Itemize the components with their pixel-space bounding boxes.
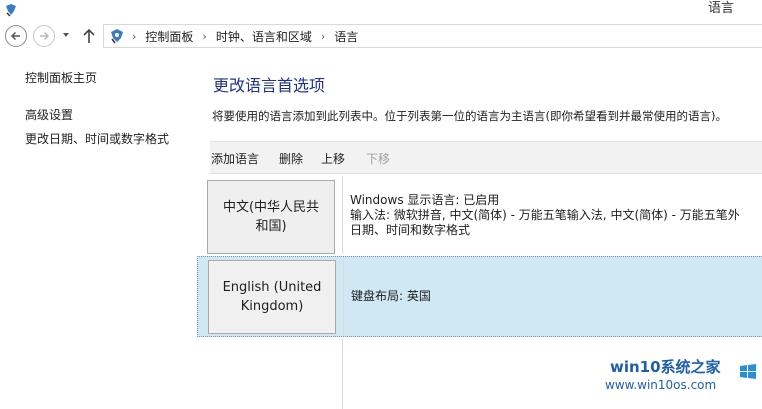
language-name-line1: 中文(中华人民共 <box>222 200 320 215</box>
forward-arrow-icon <box>40 31 50 41</box>
add-language-button[interactable]: 添加语言 <box>211 150 259 167</box>
divider <box>343 257 344 336</box>
move-up-button[interactable]: 上移 <box>321 150 345 167</box>
breadcrumb-control-panel[interactable]: 控制面板 <box>145 28 193 45</box>
language-name-line2: Kingdom) <box>240 299 304 314</box>
app-icon <box>6 4 16 17</box>
watermark-url: www.win10os.com <box>605 378 717 392</box>
date-time-number-format: 日期、时间和数字格式 <box>350 223 471 237</box>
sidebar-link-control-panel-home[interactable]: 控制面板主页 <box>25 70 97 86</box>
history-dropdown-icon[interactable] <box>62 31 70 39</box>
keyboard-layout: 键盘布局: 英国 <box>351 289 431 303</box>
language-details: 键盘布局: 英国 <box>351 289 762 304</box>
move-down-button: 下移 <box>366 152 391 166</box>
language-toolbar: 添加语言 删除 上移 下移 <box>210 141 762 174</box>
language-name-box[interactable]: English (United Kingdom) <box>208 260 336 334</box>
forward-button[interactable] <box>33 25 55 47</box>
watermark: win10系统之家 www.win10os.com <box>600 356 762 409</box>
language-row-english-uk[interactable]: English (United Kingdom) 键盘布局: 英国 <box>197 256 762 337</box>
language-row-chinese[interactable]: 中文(中华人民共 和国) Windows 显示语言: 已启用 输入法: 微软拼音… <box>197 176 762 254</box>
main-content: 更改语言首选项 将要使用的语言添加到此列表中。位于列表第一位的语言为主语言(即你… <box>197 0 762 409</box>
divider <box>342 176 343 254</box>
control-panel-icon <box>111 29 123 44</box>
sidebar-link-advanced-settings[interactable]: 高级设置 <box>25 107 73 123</box>
language-name-line1: English (United <box>222 280 322 295</box>
page-title: 更改语言首选项 <box>213 76 326 95</box>
language-name-box[interactable]: 中文(中华人民共 和国) <box>207 180 335 254</box>
up-arrow-icon[interactable] <box>82 28 96 44</box>
list-divider <box>342 338 343 409</box>
sidebar-link-change-date-time-format[interactable]: 更改日期、时间或数字格式 <box>25 131 169 147</box>
input-methods: 输入法: 微软拼音, 中文(简体) - 万能五笔输入法, 中文(简体) - 万能… <box>350 208 740 222</box>
page-description: 将要使用的语言添加到此列表中。位于列表第一位的语言为主语言(即你希望看到并最常使… <box>212 109 727 123</box>
back-button[interactable] <box>5 25 27 47</box>
watermark-title: win10系统之家 <box>610 358 721 376</box>
watermark-logo-icon <box>740 364 756 379</box>
breadcrumb-chevron-icon[interactable]: › <box>132 30 136 43</box>
breadcrumb-chevron-icon[interactable]: › <box>202 30 206 43</box>
back-arrow-icon <box>10 31 20 41</box>
language-details: Windows 显示语言: 已启用 输入法: 微软拼音, 中文(简体) - 万能… <box>350 193 762 238</box>
language-name-line2: 和国) <box>255 219 287 234</box>
remove-button[interactable]: 删除 <box>279 150 303 167</box>
display-language-status: Windows 显示语言: 已启用 <box>350 193 500 207</box>
